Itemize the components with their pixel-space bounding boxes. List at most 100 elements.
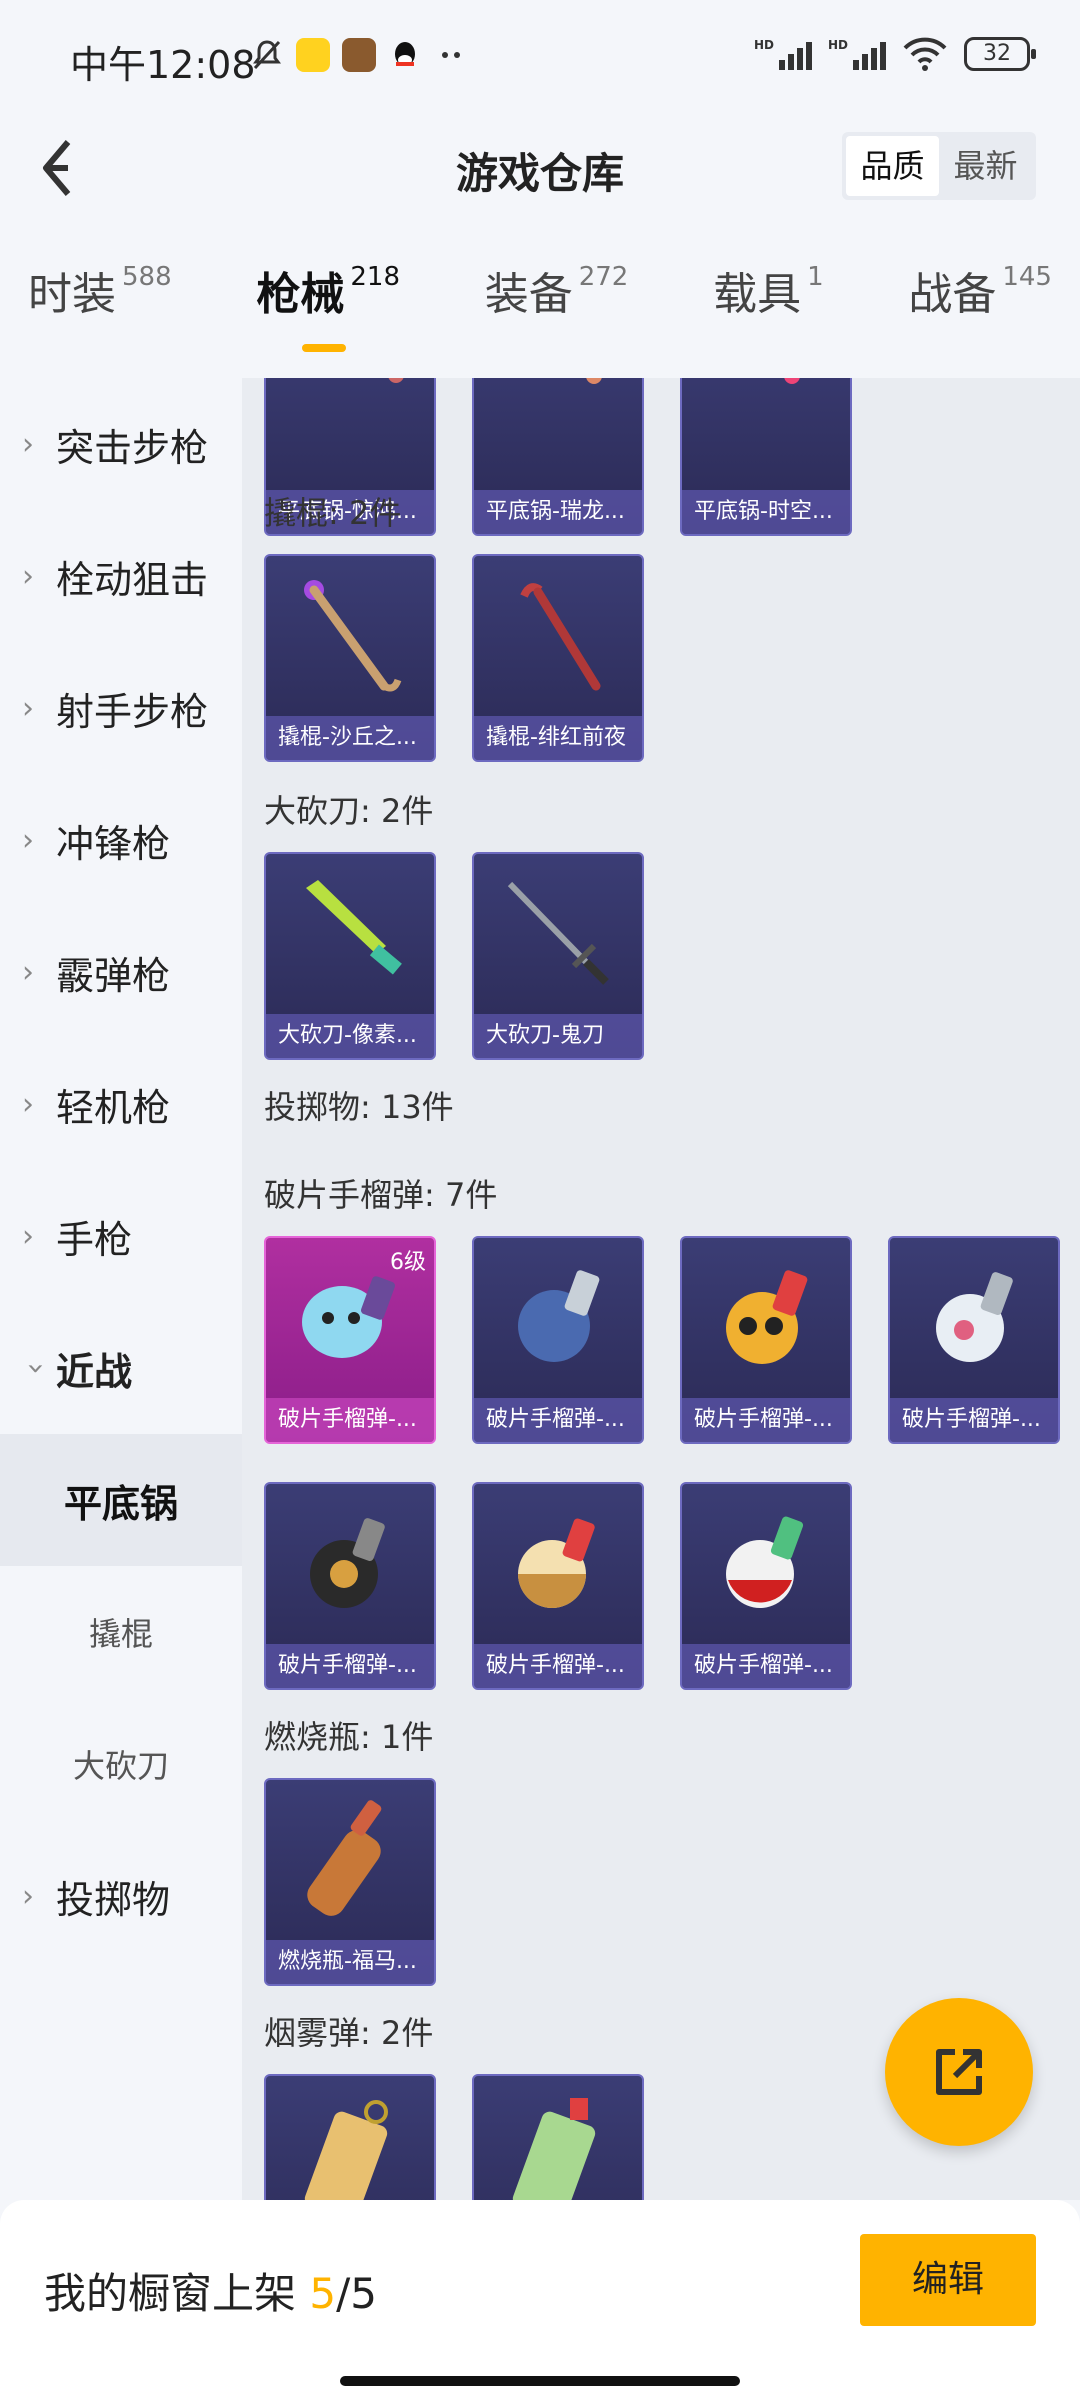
signal-icon: HD <box>754 38 812 70</box>
item-name: 大砍刀-像素... <box>266 1014 434 1058</box>
tab-vehicles[interactable]: 载具 1 <box>713 258 824 358</box>
more-dots-icon <box>442 52 460 58</box>
item-card[interactable]: 破片手榴弹-... <box>680 1236 852 1444</box>
pan-art-icon <box>388 378 404 383</box>
chevron-right-icon: › <box>22 690 34 726</box>
grenade-icon <box>936 1272 1013 1362</box>
battery-icon: 32 <box>964 37 1036 71</box>
item-name: 破片手榴弹-... <box>266 1398 434 1442</box>
item-name: 撬棍-绯红前夜 <box>474 716 642 760</box>
item-card[interactable] <box>264 2074 436 2200</box>
sidebar-item-smg[interactable]: › 冲锋枪 <box>0 774 242 906</box>
crowbar-icon <box>520 583 601 691</box>
item-card[interactable] <box>472 2074 644 2200</box>
item-name: 平底锅-瑞龙... <box>474 490 642 534</box>
wifi-icon <box>903 37 947 71</box>
item-name: 破片手榴弹-... <box>682 1398 850 1442</box>
item-card[interactable]: 平底锅-时空... <box>680 378 852 536</box>
smoke-grenade-icon <box>304 2100 388 2200</box>
chevron-right-icon: › <box>22 558 34 594</box>
showcase-count-current: 5 <box>309 2269 337 2318</box>
showcase-bar: 我的橱窗上架 5/5 编辑 <box>0 2200 1080 2400</box>
item-name: 平底锅-时空... <box>682 490 850 534</box>
tab-fashion[interactable]: 时装 588 <box>28 258 172 358</box>
item-card[interactable]: 平底锅-瑞龙... <box>472 378 644 536</box>
item-card[interactable]: 6级 破片手榴弹-... <box>264 1236 436 1444</box>
item-card[interactable]: 撬棍-绯红前夜 <box>472 554 644 762</box>
chevron-right-icon: › <box>22 1086 34 1122</box>
item-card[interactable]: 大砍刀-鬼刀 <box>472 852 644 1060</box>
section-title-frag: 破片手榴弹: 7件 <box>264 1176 498 1214</box>
category-tabs: 时装 588 枪械 218 装备 272 载具 1 战备 145 <box>0 258 1080 358</box>
sidebar-item-marksman-rifle[interactable]: › 射手步枪 <box>0 642 242 774</box>
bell-muted-icon <box>253 40 281 70</box>
sidebar-item-pistol[interactable]: › 手枪 <box>0 1170 242 1302</box>
chevron-right-icon: › <box>22 426 34 462</box>
item-name: 撬棍-沙丘之... <box>266 716 434 760</box>
pan-art-icon <box>586 378 602 384</box>
showcase-label: 我的橱窗上架 5/5 <box>44 2269 377 2318</box>
section-title-machete: 大砍刀: 2件 <box>264 792 434 830</box>
section-title-crowbar: 撬棍: 2件 <box>264 494 402 532</box>
section-title-throwables: 投掷物: 13件 <box>264 1088 454 1126</box>
sidebar-item-bolt-sniper[interactable]: › 栓动狙击 <box>0 510 242 642</box>
item-card[interactable]: 破片手榴弹-... <box>888 1236 1060 1444</box>
share-fab-button[interactable] <box>885 1998 1033 2146</box>
grenade-icon <box>518 1270 600 1362</box>
category-sidebar: › 突击步枪 › 栓动狙击 › 射手步枪 › 冲锋枪 › 霰弹枪 › 轻机枪 ›… <box>0 378 242 2198</box>
notification-icons <box>250 38 468 72</box>
item-card[interactable]: 破片手榴弹-... <box>472 1482 644 1690</box>
sort-quality-button[interactable]: 品质 <box>846 136 939 196</box>
active-tab-indicator <box>302 344 347 352</box>
molotov-icon <box>307 1800 382 1916</box>
item-grid: 平底锅-惊鸿... 平底锅-瑞龙... 平底锅-时空... 撬棍: 2件 撬棍-… <box>242 378 1080 2200</box>
game-notification-icon <box>342 38 376 72</box>
app-notification-icon <box>296 38 330 72</box>
tab-firearms[interactable]: 枪械 218 <box>256 258 400 358</box>
item-card[interactable]: 破片手榴弹-... <box>472 1236 644 1444</box>
sort-latest-button[interactable]: 最新 <box>939 136 1032 196</box>
item-card[interactable]: 破片手榴弹-... <box>680 1482 852 1690</box>
sidebar-subitem-crowbar[interactable]: 撬棍 <box>0 1566 242 1698</box>
chevron-right-icon: › <box>22 954 34 990</box>
item-name: 破片手榴弹-... <box>682 1644 850 1688</box>
status-time: 中午12:08 <box>70 43 256 87</box>
pan-art-icon <box>784 378 800 384</box>
smoke-grenade-icon <box>512 2098 596 2200</box>
grenade-icon <box>726 1270 808 1364</box>
grenade-icon <box>726 1516 804 1608</box>
tab-gear[interactable]: 战备 145 <box>908 258 1052 358</box>
chevron-right-icon: › <box>22 822 34 858</box>
edit-button[interactable]: 编辑 <box>860 2234 1036 2326</box>
sidebar-subitem-machete[interactable]: 大砍刀 <box>0 1698 242 1830</box>
sidebar-item-throwables[interactable]: › 投掷物 <box>0 1830 242 1962</box>
sidebar-item-lmg[interactable]: › 轻机枪 <box>0 1038 242 1170</box>
section-title-molotov: 燃烧瓶: 1件 <box>264 1718 434 1756</box>
chevron-right-icon: › <box>22 1218 34 1254</box>
header: 游戏仓库 品质 最新 <box>0 118 1080 218</box>
item-name: 燃烧瓶-福马... <box>266 1940 434 1984</box>
item-name: 破片手榴弹-... <box>266 1644 434 1688</box>
home-indicator[interactable] <box>340 2376 740 2386</box>
item-card[interactable]: 撬棍-沙丘之... <box>264 554 436 762</box>
section-title-smoke: 烟雾弹: 2件 <box>264 2014 434 2052</box>
sidebar-subitem-pan[interactable]: 平底锅 <box>0 1434 242 1566</box>
item-card[interactable]: 大砍刀-像素... <box>264 852 436 1060</box>
sidebar-item-shotgun[interactable]: › 霰弹枪 <box>0 906 242 1038</box>
grenade-icon <box>310 1518 385 1608</box>
sidebar-item-assault-rifle[interactable]: › 突击步枪 <box>0 378 242 510</box>
item-card[interactable]: 燃烧瓶-福马... <box>264 1778 436 1986</box>
sidebar-item-melee[interactable]: › 近战 <box>0 1302 242 1434</box>
qq-icon <box>395 42 415 66</box>
external-link-icon <box>936 2049 982 2095</box>
showcase-count-total: /5 <box>336 2269 377 2318</box>
chevron-down-icon: › <box>18 1362 54 1374</box>
status-bar: 中午12:08 HD HD 32 <box>0 0 1080 118</box>
grenade-icon <box>518 1518 595 1608</box>
item-card[interactable]: 破片手榴弹-... <box>264 1482 436 1690</box>
status-right: HD HD 32 <box>754 36 1036 72</box>
tab-equipment[interactable]: 装备 272 <box>485 258 629 358</box>
item-name: 破片手榴弹-... <box>890 1398 1058 1442</box>
item-name: 破片手榴弹-... <box>474 1398 642 1442</box>
sort-toggle: 品质 最新 <box>842 132 1036 200</box>
